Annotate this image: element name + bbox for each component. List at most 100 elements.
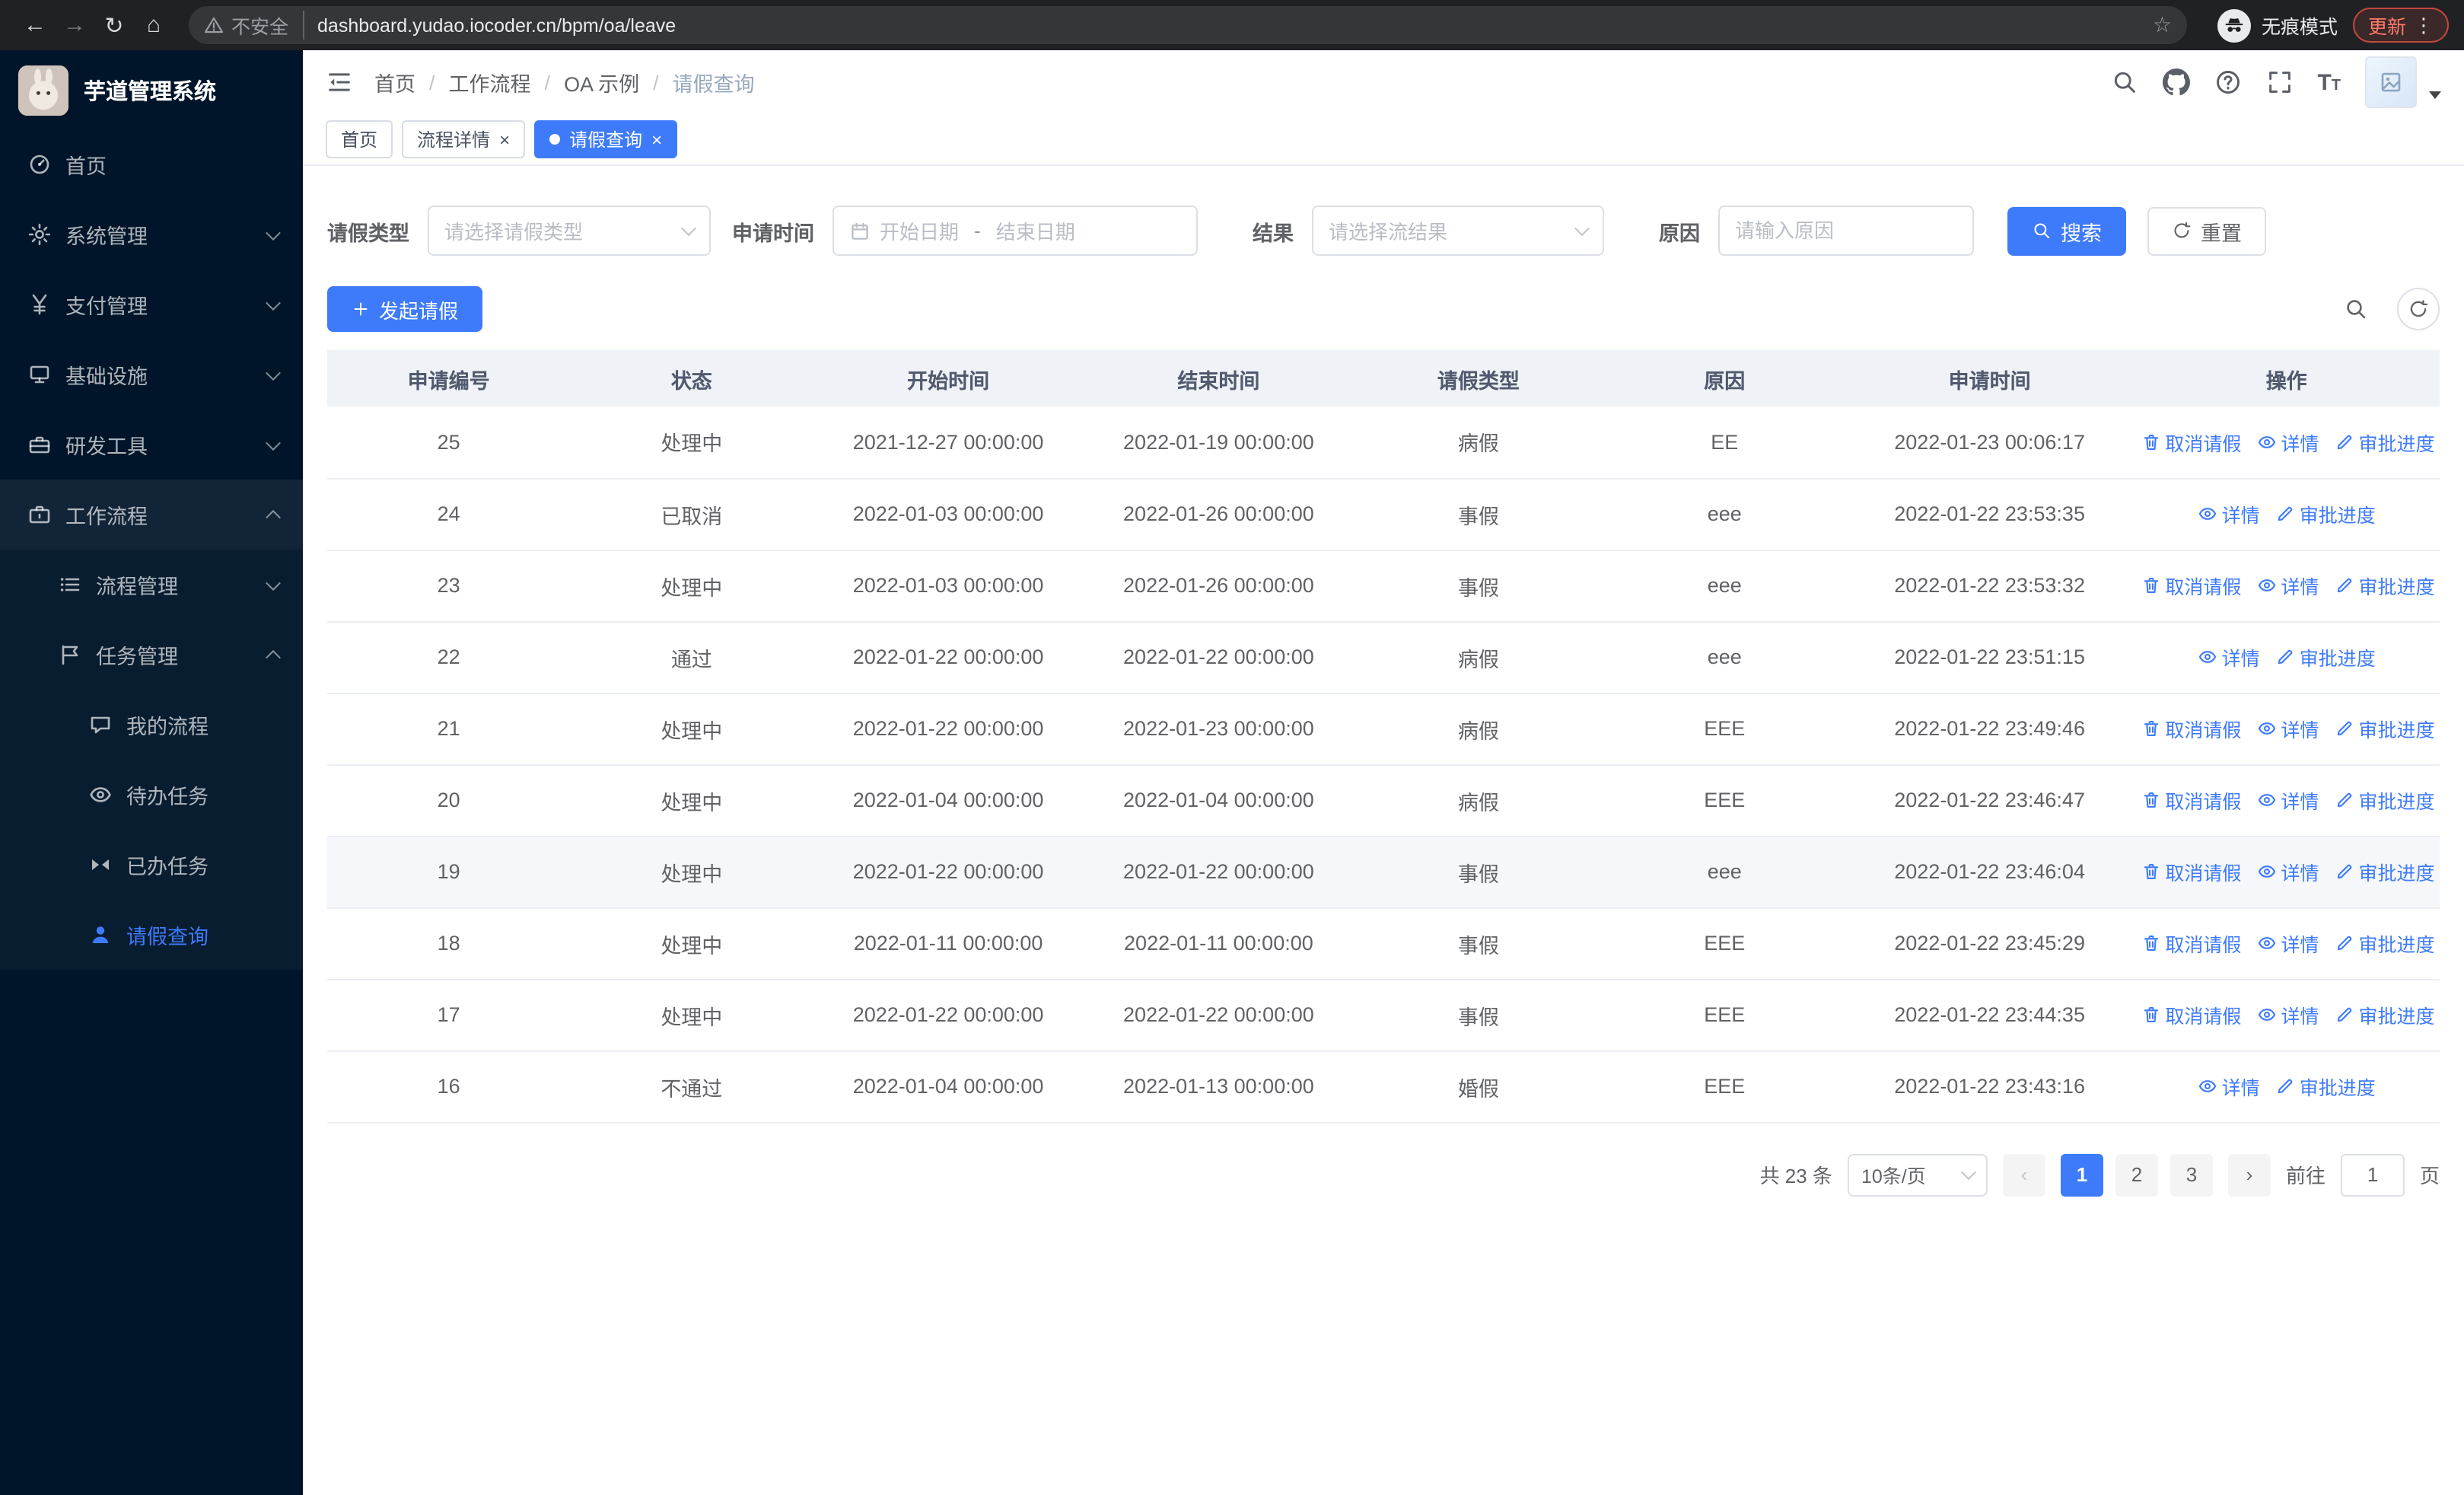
question-icon[interactable]	[2214, 69, 2241, 96]
home-icon[interactable]: ⌂	[134, 5, 173, 45]
sidebar-item-首页[interactable]: 首页	[0, 129, 303, 199]
kebab-menu-icon[interactable]: ⋮	[2414, 13, 2434, 37]
cancel-action-link[interactable]: 取消请假	[2141, 786, 2241, 814]
sidebar-item-基础设施[interactable]: 基础设施	[0, 339, 303, 410]
reset-button[interactable]: 重置	[2147, 206, 2266, 255]
fullscreen-icon[interactable]	[2265, 69, 2293, 96]
cell-end: 2022-01-19 00:00:00	[1083, 406, 1355, 479]
broken-image-icon	[2379, 70, 2403, 94]
sidebar-item-任务管理[interactable]: 任务管理	[0, 620, 303, 690]
detail-action-link[interactable]: 详情	[2198, 1072, 2260, 1101]
reload-icon[interactable]: ↻	[94, 5, 134, 45]
close-icon[interactable]: ×	[651, 130, 662, 148]
github-icon[interactable]	[2162, 69, 2190, 96]
bookmark-star-icon[interactable]: ☆	[2153, 12, 2172, 38]
progress-action-link[interactable]: 审批进度	[2334, 929, 2434, 958]
detail-action-link[interactable]: 详情	[2198, 642, 2260, 671]
close-icon[interactable]: ×	[499, 130, 510, 148]
cell-actions: 取消请假 详情 审批进度	[2133, 836, 2440, 908]
sidebar-item-已办任务[interactable]: 已办任务	[0, 830, 303, 900]
apply-time-range-picker[interactable]: 开始日期 - 结束日期	[832, 206, 1198, 256]
cell-apply_time: 2022-01-22 23:53:35	[1845, 478, 2134, 550]
eye-icon	[2256, 1005, 2276, 1025]
refresh-table-button[interactable]	[2397, 288, 2440, 330]
sidebar-item-系统管理[interactable]: 系统管理	[0, 199, 303, 269]
incognito-icon	[2217, 8, 2251, 42]
progress-action-link[interactable]: 审批进度	[2334, 428, 2434, 457]
hamburger-icon[interactable]	[326, 69, 353, 96]
chevron-down-icon	[266, 295, 281, 311]
cell-reason: eee	[1603, 550, 1846, 622]
progress-action-link[interactable]: 审批进度	[2334, 1000, 2434, 1029]
address-bar[interactable]: 不安全 dashboard.yudao.iocoder.cn/bpm/oa/le…	[189, 6, 2187, 44]
result-select[interactable]: 请选择流结果	[1312, 206, 1604, 256]
progress-action-link[interactable]: 审批进度	[2334, 714, 2434, 743]
page-button-3[interactable]: 3	[2170, 1153, 2213, 1196]
cell-status: 处理中	[570, 693, 813, 765]
progress-action-link[interactable]: 审批进度	[2334, 571, 2434, 600]
tab-首页[interactable]: 首页	[326, 120, 393, 158]
progress-action-link[interactable]: 审批进度	[2275, 499, 2376, 528]
detail-action-link[interactable]: 详情	[2256, 929, 2319, 958]
cancel-action-link[interactable]: 取消请假	[2141, 857, 2241, 886]
font-size-icon[interactable]: TT	[2317, 71, 2341, 94]
breadcrumb-item[interactable]: 工作流程	[449, 67, 531, 97]
logo-avatar	[18, 65, 68, 115]
detail-action-link[interactable]: 详情	[2198, 499, 2260, 528]
cancel-action-link[interactable]: 取消请假	[2141, 571, 2241, 600]
page-size-select[interactable]: 10条/页	[1847, 1153, 1988, 1196]
goto-page-input[interactable]	[2340, 1153, 2405, 1196]
cancel-action-link[interactable]: 取消请假	[2141, 428, 2241, 457]
leave-type-select[interactable]: 请选择请假类型	[428, 206, 711, 256]
detail-action-link[interactable]: 详情	[2256, 571, 2319, 600]
cancel-action-link[interactable]: 取消请假	[2141, 714, 2241, 743]
tab-流程详情[interactable]: 流程详情 ×	[402, 120, 526, 158]
sidebar-item-我的流程[interactable]: 我的流程	[0, 690, 303, 760]
progress-action-link[interactable]: 审批进度	[2334, 786, 2434, 814]
edit-icon	[2334, 1005, 2354, 1025]
sidebar-item-研发工具[interactable]: 研发工具	[0, 410, 303, 480]
edit-icon	[2334, 719, 2354, 738]
progress-action-link[interactable]: 审批进度	[2275, 1072, 2376, 1101]
forward-icon[interactable]: →	[55, 5, 94, 45]
detail-action-link[interactable]: 详情	[2256, 857, 2319, 886]
sidebar-item-label: 首页	[65, 155, 107, 178]
back-icon[interactable]: ←	[15, 5, 55, 45]
search-icon[interactable]	[2110, 69, 2138, 96]
next-page-button[interactable]: ›	[2227, 1153, 2271, 1196]
breadcrumb-item[interactable]: OA 示例	[564, 67, 639, 97]
page-button-2[interactable]: 2	[2115, 1153, 2158, 1196]
progress-action-link[interactable]: 审批进度	[2275, 642, 2376, 671]
browser-update-button[interactable]: 更新 ⋮	[2352, 8, 2449, 43]
security-status[interactable]: 不安全	[204, 11, 304, 40]
table-row: 16 不通过 2022-01-04 00:00:00 2022-01-13 00:00…	[327, 1050, 2440, 1123]
eye-icon	[2256, 432, 2276, 452]
avatar[interactable]	[2365, 56, 2417, 108]
sidebar-item-工作流程[interactable]: 工作流程	[0, 480, 303, 550]
sidebar-item-待办任务[interactable]: 待办任务	[0, 760, 303, 830]
reason-input[interactable]	[1718, 206, 1974, 256]
search-button[interactable]: 搜索	[2007, 206, 2126, 255]
detail-action-link[interactable]: 详情	[2256, 714, 2319, 743]
breadcrumb-item[interactable]: 首页	[374, 67, 415, 97]
detail-action-link[interactable]: 详情	[2256, 786, 2319, 814]
sidebar-item-流程管理[interactable]: 流程管理	[0, 550, 303, 620]
tab-请假查询[interactable]: 请假查询 ×	[534, 120, 678, 158]
create-leave-button[interactable]: 发起请假	[327, 286, 483, 332]
progress-action-link[interactable]: 审批进度	[2334, 857, 2434, 886]
column-header: 申请编号	[327, 350, 571, 406]
sidebar-item-支付管理[interactable]: 支付管理	[0, 269, 303, 339]
prev-page-button[interactable]: ‹	[2002, 1153, 2045, 1196]
toggle-search-button[interactable]	[2335, 288, 2377, 330]
caret-down-icon[interactable]	[2429, 91, 2441, 99]
cancel-action-link[interactable]: 取消请假	[2141, 929, 2241, 958]
logo[interactable]: 芋道管理系统	[0, 50, 303, 129]
detail-action-link[interactable]: 详情	[2256, 428, 2319, 457]
page-button-1[interactable]: 1	[2060, 1153, 2103, 1196]
detail-action-link[interactable]: 详情	[2256, 1000, 2319, 1029]
cancel-action-link[interactable]: 取消请假	[2141, 1000, 2241, 1029]
tab-label: 流程详情	[417, 129, 491, 151]
sidebar-item-请假查询[interactable]: 请假查询	[0, 900, 303, 970]
cell-end: 2022-01-26 00:00:00	[1083, 478, 1355, 550]
sidebar-item-label: 我的流程	[126, 716, 209, 738]
